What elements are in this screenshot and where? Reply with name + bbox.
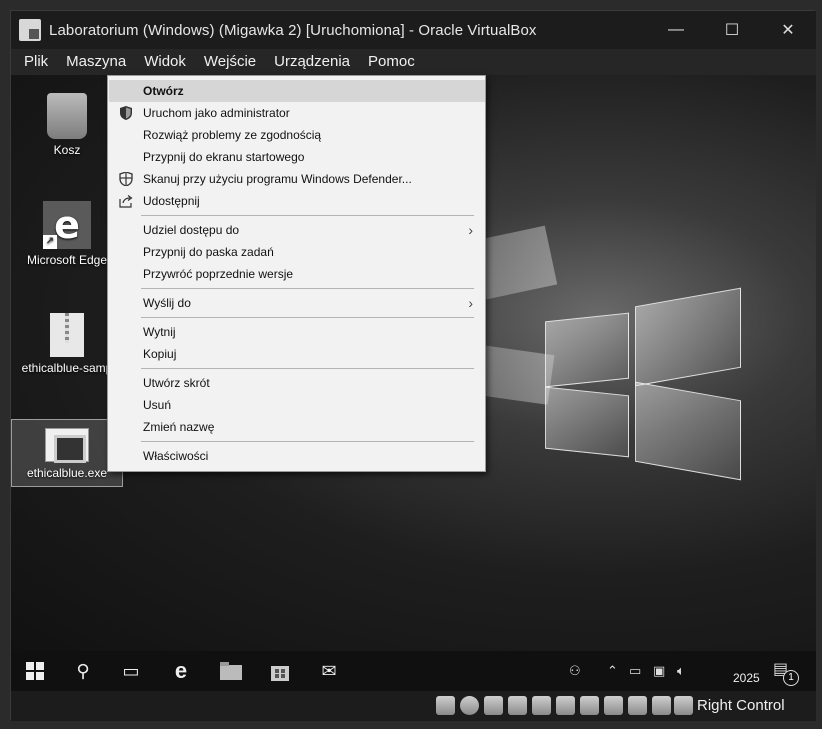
menu-item-label: Wytnij: [143, 325, 176, 339]
menu-item-label: Utwórz skrót: [143, 376, 210, 390]
menu-item-label: Skanuj przy użyciu programu Windows Defe…: [143, 172, 412, 186]
menu-item-label: Udostępnij: [143, 194, 200, 208]
menu-item-label: Właściwości: [143, 449, 209, 463]
menu-item-label: Wyślij do: [143, 296, 191, 310]
audio-icon[interactable]: [484, 696, 503, 715]
optical-drive-icon[interactable]: [460, 696, 479, 715]
menu-widok[interactable]: Widok: [135, 49, 195, 75]
menu-urzadzenia[interactable]: Urządzenia: [265, 49, 359, 75]
recycle-bin-icon: [47, 93, 87, 139]
menu-item-create-shortcut[interactable]: Utwórz skrót: [109, 372, 485, 394]
display-icon[interactable]: [580, 696, 599, 715]
search-icon[interactable]: ⚲: [71, 659, 95, 683]
virtualbox-status-bar: Right Control: [11, 691, 816, 721]
shortcut-arrow-icon: ↗: [43, 235, 57, 249]
menu-item-label: Przypnij do ekranu startowego: [143, 150, 305, 164]
mouse-integration-icon[interactable]: [652, 696, 671, 715]
menu-item-share[interactable]: Udostępnij: [109, 190, 485, 212]
share-icon: [119, 194, 133, 208]
taskbar: ⚲ ▭ e ✉ ⚇ ⌃ ▭ ▣ 🔈︎ 2025 ▤ 1: [11, 651, 816, 691]
zip-folder-icon: [50, 313, 84, 357]
shield-icon: [119, 106, 133, 120]
recording-icon[interactable]: [604, 696, 623, 715]
chevron-up-icon[interactable]: ⌃: [607, 663, 618, 679]
menu-item-send-to[interactable]: Wyślij do ›: [109, 292, 485, 314]
chevron-right-icon: ›: [468, 222, 473, 238]
menu-item-rename[interactable]: Zmień nazwę: [109, 416, 485, 438]
menu-item-open[interactable]: Otwórz: [109, 80, 485, 102]
edge-icon: e ↗: [43, 201, 91, 249]
mail-icon[interactable]: ✉: [317, 659, 341, 683]
task-view-icon[interactable]: ▭: [119, 659, 143, 683]
volume-icon[interactable]: 🔈︎: [677, 663, 685, 679]
keyboard-capture-icon[interactable]: [674, 696, 693, 715]
window-controls: — ☐ ✕: [648, 11, 816, 49]
menu-maszyna[interactable]: Maszyna: [57, 49, 135, 75]
desktop-icon-label: ethicalblue.exe: [26, 466, 108, 480]
cpu-icon[interactable]: [628, 696, 647, 715]
menu-item-scan-defender[interactable]: Skanuj przy użyciu programu Windows Defe…: [109, 168, 485, 190]
title-bar[interactable]: Laboratorium (Windows) (Migawka 2) [Uruc…: [11, 11, 816, 49]
hard-disk-icon[interactable]: [436, 696, 455, 715]
store-icon[interactable]: [268, 659, 292, 683]
network-icon[interactable]: ▣: [653, 663, 665, 679]
wallpaper-pane: [635, 381, 741, 481]
usb-icon[interactable]: [532, 696, 551, 715]
menu-item-label: Uruchom jako administrator: [143, 106, 290, 120]
file-explorer-icon[interactable]: [219, 659, 243, 683]
maximize-button[interactable]: ☐: [704, 11, 760, 49]
chevron-right-icon: ›: [468, 295, 473, 311]
desktop-icon-label: ethicalblue-samp: [21, 361, 113, 375]
menu-item-cut[interactable]: Wytnij: [109, 321, 485, 343]
menu-pomoc[interactable]: Pomoc: [359, 49, 424, 75]
menu-item-restore-versions[interactable]: Przywróć poprzednie wersje: [109, 263, 485, 285]
menu-separator: [141, 368, 474, 369]
wallpaper-pane: [545, 312, 629, 388]
window-title: Laboratorium (Windows) (Migawka 2) [Uruc…: [49, 21, 537, 39]
menu-item-delete[interactable]: Usuń: [109, 394, 485, 416]
menu-item-troubleshoot-compatibility[interactable]: Rozwiąż problemy ze zgodnością: [109, 124, 485, 146]
menu-item-label: Zmień nazwę: [143, 420, 215, 434]
menu-item-label: Rozwiąż problemy ze zgodnością: [143, 128, 322, 142]
menu-item-give-access[interactable]: Udziel dostępu do ›: [109, 219, 485, 241]
battery-icon[interactable]: ▭: [629, 663, 641, 679]
menu-item-pin-to-start[interactable]: Przypnij do ekranu startowego: [109, 146, 485, 168]
wallpaper-pane: [635, 287, 741, 387]
virtualbox-app-icon: [19, 19, 41, 41]
menu-item-label: Otwórz: [143, 84, 184, 98]
windows-start-icon[interactable]: [23, 659, 47, 683]
close-button[interactable]: ✕: [760, 11, 816, 49]
desktop-icon-label: Microsoft Edge: [26, 253, 108, 267]
menu-separator: [141, 215, 474, 216]
menu-separator: [141, 441, 474, 442]
menu-item-run-as-admin[interactable]: Uruchom jako administrator: [109, 102, 485, 124]
menu-wejscie[interactable]: Wejście: [195, 49, 265, 75]
shared-folders-icon[interactable]: [556, 696, 575, 715]
edge-icon[interactable]: e: [169, 658, 193, 683]
context-menu: Otwórz Uruchom jako administrator Rozwią…: [107, 75, 486, 472]
people-icon[interactable]: ⚇: [569, 663, 581, 679]
menu-item-properties[interactable]: Właściwości: [109, 445, 485, 467]
defender-icon: [119, 171, 133, 187]
menu-item-label: Przypnij do paska zadań: [143, 245, 274, 259]
minimize-button[interactable]: —: [648, 11, 704, 49]
desktop-icon-label: Kosz: [53, 143, 81, 157]
menu-separator: [141, 317, 474, 318]
exe-file-icon: [45, 428, 89, 463]
windows-wallpaper-logo: [545, 287, 741, 481]
menu-item-pin-to-taskbar[interactable]: Przypnij do paska zadań: [109, 241, 485, 263]
menu-item-label: Usuń: [143, 398, 172, 412]
menu-bar: Plik Maszyna Widok Wejście Urządzenia Po…: [11, 49, 816, 75]
menu-item-label: Przywróć poprzednie wersje: [143, 267, 294, 281]
menu-plik[interactable]: Plik: [15, 49, 57, 75]
menu-item-label: Kopiuj: [143, 347, 177, 361]
menu-separator: [141, 288, 474, 289]
wallpaper-pane: [545, 386, 629, 458]
menu-item-copy[interactable]: Kopiuj: [109, 343, 485, 365]
host-key-label: Right Control: [697, 697, 785, 714]
notification-count-badge: 1: [783, 670, 799, 686]
network-adapter-icon[interactable]: [508, 696, 527, 715]
menu-item-label: Udziel dostępu do: [143, 223, 240, 237]
tray-clock[interactable]: 2025: [733, 671, 760, 685]
